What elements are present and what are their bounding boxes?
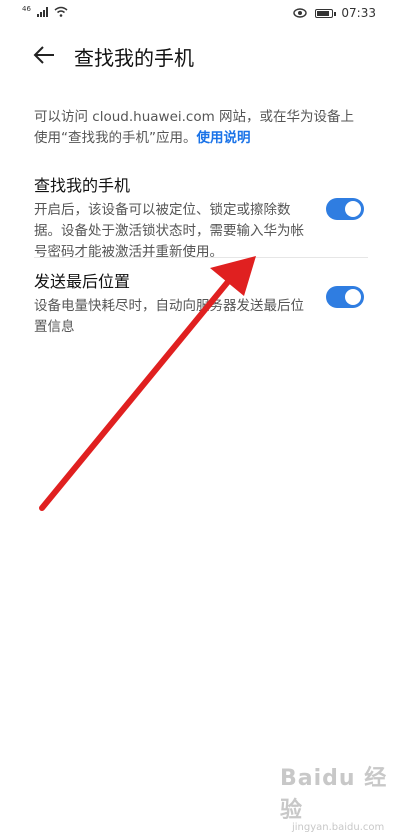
watermark-logo: Baidu 经验	[280, 766, 388, 823]
watermark-url: jingyan.baidu.com	[292, 822, 385, 833]
watermark: Baidu 经验 jingyan.baidu.com	[280, 760, 400, 833]
annotation-arrow	[39, 256, 256, 511]
